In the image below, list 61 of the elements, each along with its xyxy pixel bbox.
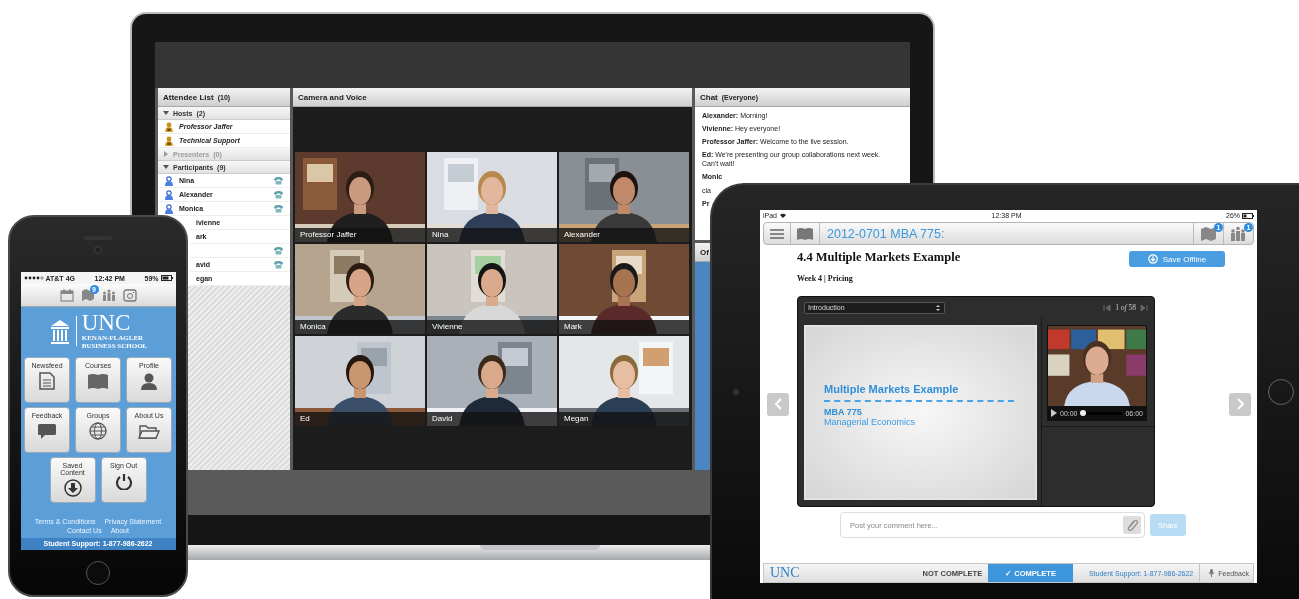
lock-person-icon [164, 121, 174, 132]
globe-icon [87, 422, 109, 440]
home-button[interactable] [86, 560, 110, 585]
calendar-icon[interactable] [59, 288, 74, 302]
slide-title: Multiple Markets Example [824, 383, 1014, 402]
play-icon[interactable] [1051, 409, 1057, 417]
people-icon[interactable] [101, 288, 116, 302]
last-page-icon[interactable] [1140, 303, 1148, 312]
logo-wordmark: UNC [81, 312, 132, 334]
participant-name: Monica [300, 322, 326, 331]
person-icon [138, 372, 160, 390]
participant-name: Ed [300, 414, 310, 423]
attach-button[interactable] [1123, 516, 1141, 534]
lesson-title: 4.4 Multiple Markets Example [797, 250, 961, 265]
footer-logo: UNC [769, 565, 801, 581]
wifi-icon [779, 212, 787, 219]
panel-title: Attendee List [163, 92, 214, 102]
download-icon [61, 479, 84, 497]
document-icon [36, 372, 58, 390]
menu-icon [769, 227, 785, 240]
person-icon [164, 203, 174, 214]
book-icon [87, 372, 109, 390]
caret-down-icon[interactable] [163, 164, 169, 170]
participant-name: Professor Jaffer [300, 230, 357, 239]
panel-title: Of [700, 247, 709, 257]
caret-down-icon[interactable] [163, 110, 169, 116]
book-icon [796, 225, 814, 242]
battery-icon [160, 275, 173, 281]
people-icon[interactable] [1230, 225, 1247, 242]
speech-bubble-icon [36, 422, 58, 440]
camera-icon[interactable] [122, 288, 137, 302]
slide-course: MBA 775 [824, 407, 862, 417]
lock-person-icon [164, 135, 174, 146]
camera-lens [733, 389, 739, 395]
participant-name: Nina [432, 230, 449, 239]
map-icon[interactable] [80, 288, 95, 302]
attendee-item[interactable] [190, 244, 290, 258]
microphone-icon [1208, 568, 1216, 578]
chevron-right-icon [1235, 398, 1245, 410]
participant-name: Megan [564, 414, 589, 423]
first-page-icon[interactable] [1103, 303, 1112, 312]
person-icon [164, 189, 174, 200]
panel-title: Camera and Voice [298, 92, 367, 102]
participant-name: Vivienne [432, 322, 463, 331]
battery-icon [1242, 212, 1254, 219]
map-icon[interactable] [1200, 225, 1217, 242]
seek-thumb[interactable] [1079, 410, 1086, 416]
participant-name: Alexander [564, 230, 601, 239]
download-icon [1147, 254, 1158, 264]
camera-lens [94, 245, 102, 254]
folder-icon [138, 422, 160, 440]
panel-title: Chat [700, 92, 718, 102]
lesson-subtitle: Week 4 | Pricing [797, 274, 854, 283]
participant-name: David [432, 414, 453, 423]
course-title: 2012-0701 MBA 775: [827, 226, 946, 241]
paperclip-icon [1125, 518, 1139, 532]
chevron-left-icon [773, 398, 783, 410]
signal-icon [23, 276, 44, 280]
slide-subtitle: Managerial Economics [824, 417, 916, 427]
person-icon [164, 175, 174, 186]
participant-name: Mark [564, 322, 582, 331]
